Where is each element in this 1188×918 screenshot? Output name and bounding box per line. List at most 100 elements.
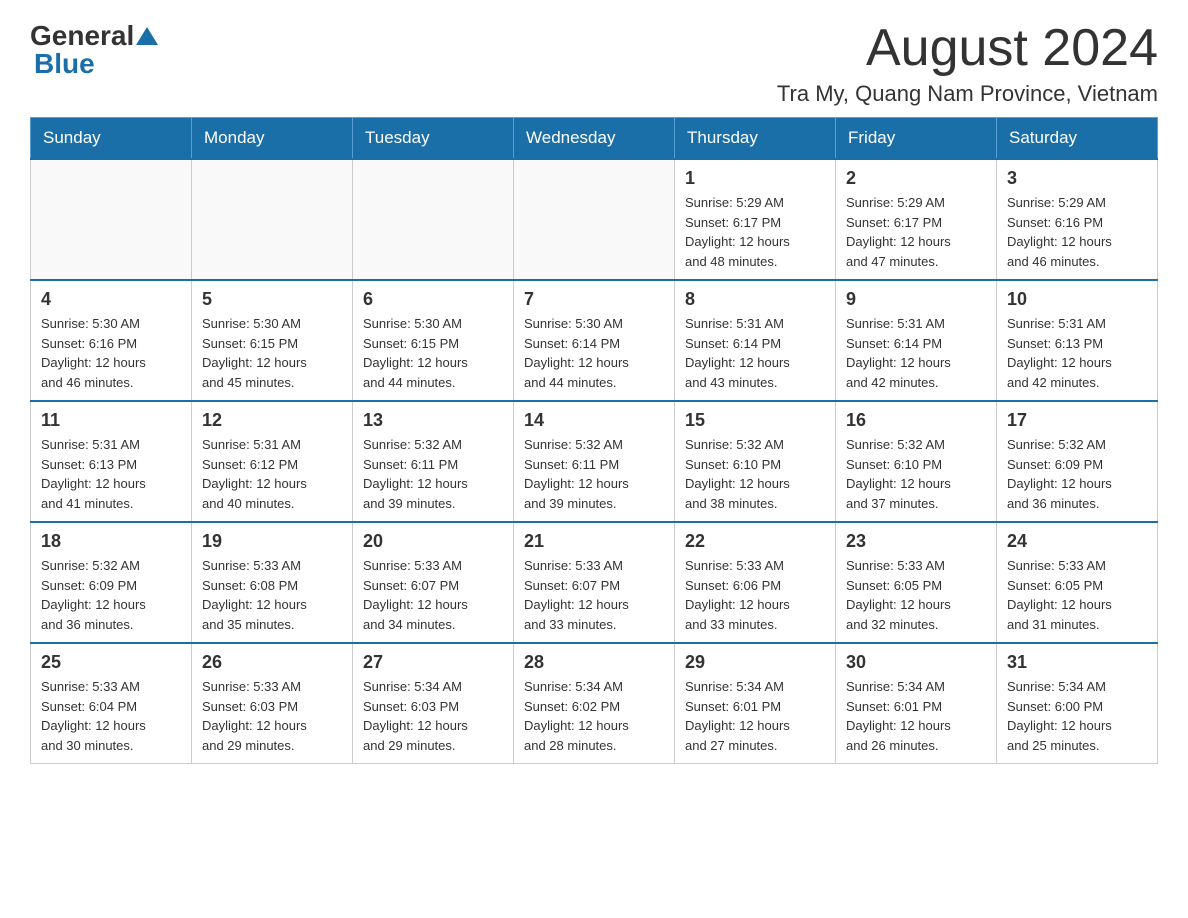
calendar-cell: 31 Sunrise: 5:34 AMSunset: 6:00 PMDayligh… [997, 643, 1158, 764]
day-info: Sunrise: 5:32 AMSunset: 6:10 PMDaylight:… [846, 435, 986, 513]
day-info: Sunrise: 5:29 AMSunset: 6:16 PMDaylight:… [1007, 193, 1147, 271]
calendar-cell: 26Sunrise: 5:33 AMSunset: 6:03 PMDayligh… [192, 643, 353, 764]
location-title: Tra My, Quang Nam Province, Vietnam [777, 81, 1158, 107]
calendar-cell: 22Sunrise: 5:33 AMSunset: 6:06 PMDayligh… [675, 522, 836, 643]
day-of-week-header: Friday [836, 118, 997, 160]
week-row: 1 Sunrise: 5:29 AMSunset: 6:17 PMDaylight… [31, 159, 1158, 280]
calendar-cell: 9 Sunrise: 5:31 AMSunset: 6:14 PMDaylight… [836, 280, 997, 401]
day-of-week-header: Saturday [997, 118, 1158, 160]
month-title: August 2024 [777, 20, 1158, 77]
calendar-header: SundayMondayTuesdayWednesdayThursdayFrid… [31, 118, 1158, 160]
day-info: Sunrise: 5:30 AMSunset: 6:16 PMDaylight:… [41, 314, 181, 392]
calendar-cell: 30 Sunrise: 5:34 AMSunset: 6:01 PMDayligh… [836, 643, 997, 764]
calendar-cell: 7 Sunrise: 5:30 AMSunset: 6:14 PMDaylight… [514, 280, 675, 401]
day-of-week-header: Monday [192, 118, 353, 160]
calendar-body: 1 Sunrise: 5:29 AMSunset: 6:17 PMDaylight… [31, 159, 1158, 764]
calendar-cell: 16 Sunrise: 5:32 AMSunset: 6:10 PMDayligh… [836, 401, 997, 522]
day-info: Sunrise: 5:33 AMSunset: 6:07 PMDaylight:… [363, 556, 503, 634]
calendar-cell: 6 Sunrise: 5:30 AMSunset: 6:15 PMDaylight… [353, 280, 514, 401]
day-number: 30 [846, 652, 986, 673]
day-number: 7 [524, 289, 664, 310]
day-info: Sunrise: 5:29 AMSunset: 6:17 PMDaylight:… [685, 193, 825, 271]
calendar-cell: 3 Sunrise: 5:29 AMSunset: 6:16 PMDaylight… [997, 159, 1158, 280]
week-row: 4 Sunrise: 5:30 AMSunset: 6:16 PMDaylight… [31, 280, 1158, 401]
day-number: 4 [41, 289, 181, 310]
calendar-cell: 10 Sunrise: 5:31 AMSunset: 6:13 PMDayligh… [997, 280, 1158, 401]
logo: General Blue [30, 20, 160, 80]
calendar-cell [353, 159, 514, 280]
day-number: 24 [1007, 531, 1147, 552]
day-info: Sunrise: 5:34 AMSunset: 6:01 PMDaylight:… [846, 677, 986, 755]
day-number: 12 [202, 410, 342, 431]
calendar-cell: 2Sunrise: 5:29 AMSunset: 6:17 PMDaylight… [836, 159, 997, 280]
day-number: 8 [685, 289, 825, 310]
day-number: 2 [846, 168, 986, 189]
day-number: 18 [41, 531, 181, 552]
day-info: Sunrise: 5:34 AMSunset: 6:01 PMDaylight:… [685, 677, 825, 755]
day-info: Sunrise: 5:33 AMSunset: 6:03 PMDaylight:… [202, 677, 342, 755]
calendar-cell: 24 Sunrise: 5:33 AMSunset: 6:05 PMDayligh… [997, 522, 1158, 643]
day-number: 17 [1007, 410, 1147, 431]
day-number: 21 [524, 531, 664, 552]
day-number: 11 [41, 410, 181, 431]
week-row: 25 Sunrise: 5:33 AMSunset: 6:04 PMDayligh… [31, 643, 1158, 764]
day-info: Sunrise: 5:31 AMSunset: 6:13 PMDaylight:… [41, 435, 181, 513]
calendar-cell: 25 Sunrise: 5:33 AMSunset: 6:04 PMDayligh… [31, 643, 192, 764]
day-info: Sunrise: 5:34 AMSunset: 6:03 PMDaylight:… [363, 677, 503, 755]
calendar-cell: 5Sunrise: 5:30 AMSunset: 6:15 PMDaylight… [192, 280, 353, 401]
calendar-cell: 18 Sunrise: 5:32 AMSunset: 6:09 PMDayligh… [31, 522, 192, 643]
calendar-cell [31, 159, 192, 280]
days-of-week-row: SundayMondayTuesdayWednesdayThursdayFrid… [31, 118, 1158, 160]
calendar-cell: 27Sunrise: 5:34 AMSunset: 6:03 PMDayligh… [353, 643, 514, 764]
calendar-cell: 11 Sunrise: 5:31 AMSunset: 6:13 PMDayligh… [31, 401, 192, 522]
calendar-cell: 21Sunrise: 5:33 AMSunset: 6:07 PMDayligh… [514, 522, 675, 643]
day-info: Sunrise: 5:31 AMSunset: 6:14 PMDaylight:… [685, 314, 825, 392]
day-number: 6 [363, 289, 503, 310]
calendar-cell: 19Sunrise: 5:33 AMSunset: 6:08 PMDayligh… [192, 522, 353, 643]
calendar-cell: 29 Sunrise: 5:34 AMSunset: 6:01 PMDayligh… [675, 643, 836, 764]
day-info: Sunrise: 5:32 AMSunset: 6:10 PMDaylight:… [685, 435, 825, 513]
day-info: Sunrise: 5:32 AMSunset: 6:09 PMDaylight:… [41, 556, 181, 634]
calendar-cell: 1 Sunrise: 5:29 AMSunset: 6:17 PMDaylight… [675, 159, 836, 280]
day-number: 9 [846, 289, 986, 310]
day-info: Sunrise: 5:33 AMSunset: 6:06 PMDaylight:… [685, 556, 825, 634]
calendar-cell: 17 Sunrise: 5:32 AMSunset: 6:09 PMDayligh… [997, 401, 1158, 522]
calendar-cell [192, 159, 353, 280]
title-section: August 2024 Tra My, Quang Nam Province, … [777, 20, 1158, 107]
calendar-cell [514, 159, 675, 280]
day-number: 25 [41, 652, 181, 673]
day-number: 1 [685, 168, 825, 189]
day-info: Sunrise: 5:31 AMSunset: 6:14 PMDaylight:… [846, 314, 986, 392]
day-number: 15 [685, 410, 825, 431]
day-info: Sunrise: 5:32 AMSunset: 6:09 PMDaylight:… [1007, 435, 1147, 513]
week-row: 18 Sunrise: 5:32 AMSunset: 6:09 PMDayligh… [31, 522, 1158, 643]
day-number: 16 [846, 410, 986, 431]
day-number: 31 [1007, 652, 1147, 673]
day-number: 19 [202, 531, 342, 552]
day-info: Sunrise: 5:32 AMSunset: 6:11 PMDaylight:… [524, 435, 664, 513]
calendar-cell: 14 Sunrise: 5:32 AMSunset: 6:11 PMDayligh… [514, 401, 675, 522]
day-info: Sunrise: 5:30 AMSunset: 6:14 PMDaylight:… [524, 314, 664, 392]
day-info: Sunrise: 5:30 AMSunset: 6:15 PMDaylight:… [363, 314, 503, 392]
calendar-cell: 8 Sunrise: 5:31 AMSunset: 6:14 PMDaylight… [675, 280, 836, 401]
calendar-cell: 15 Sunrise: 5:32 AMSunset: 6:10 PMDayligh… [675, 401, 836, 522]
calendar-cell: 20 Sunrise: 5:33 AMSunset: 6:07 PMDayligh… [353, 522, 514, 643]
day-number: 3 [1007, 168, 1147, 189]
logo-triangle-icon [136, 25, 158, 47]
day-info: Sunrise: 5:31 AMSunset: 6:13 PMDaylight:… [1007, 314, 1147, 392]
day-number: 10 [1007, 289, 1147, 310]
day-number: 20 [363, 531, 503, 552]
day-number: 13 [363, 410, 503, 431]
day-number: 29 [685, 652, 825, 673]
calendar-cell: 13 Sunrise: 5:32 AMSunset: 6:11 PMDayligh… [353, 401, 514, 522]
day-number: 23 [846, 531, 986, 552]
day-info: Sunrise: 5:33 AMSunset: 6:04 PMDaylight:… [41, 677, 181, 755]
calendar-cell: 23Sunrise: 5:33 AMSunset: 6:05 PMDayligh… [836, 522, 997, 643]
day-number: 14 [524, 410, 664, 431]
day-info: Sunrise: 5:32 AMSunset: 6:11 PMDaylight:… [363, 435, 503, 513]
day-info: Sunrise: 5:33 AMSunset: 6:05 PMDaylight:… [1007, 556, 1147, 634]
day-number: 28 [524, 652, 664, 673]
day-of-week-header: Sunday [31, 118, 192, 160]
day-info: Sunrise: 5:34 AMSunset: 6:00 PMDaylight:… [1007, 677, 1147, 755]
day-of-week-header: Thursday [675, 118, 836, 160]
